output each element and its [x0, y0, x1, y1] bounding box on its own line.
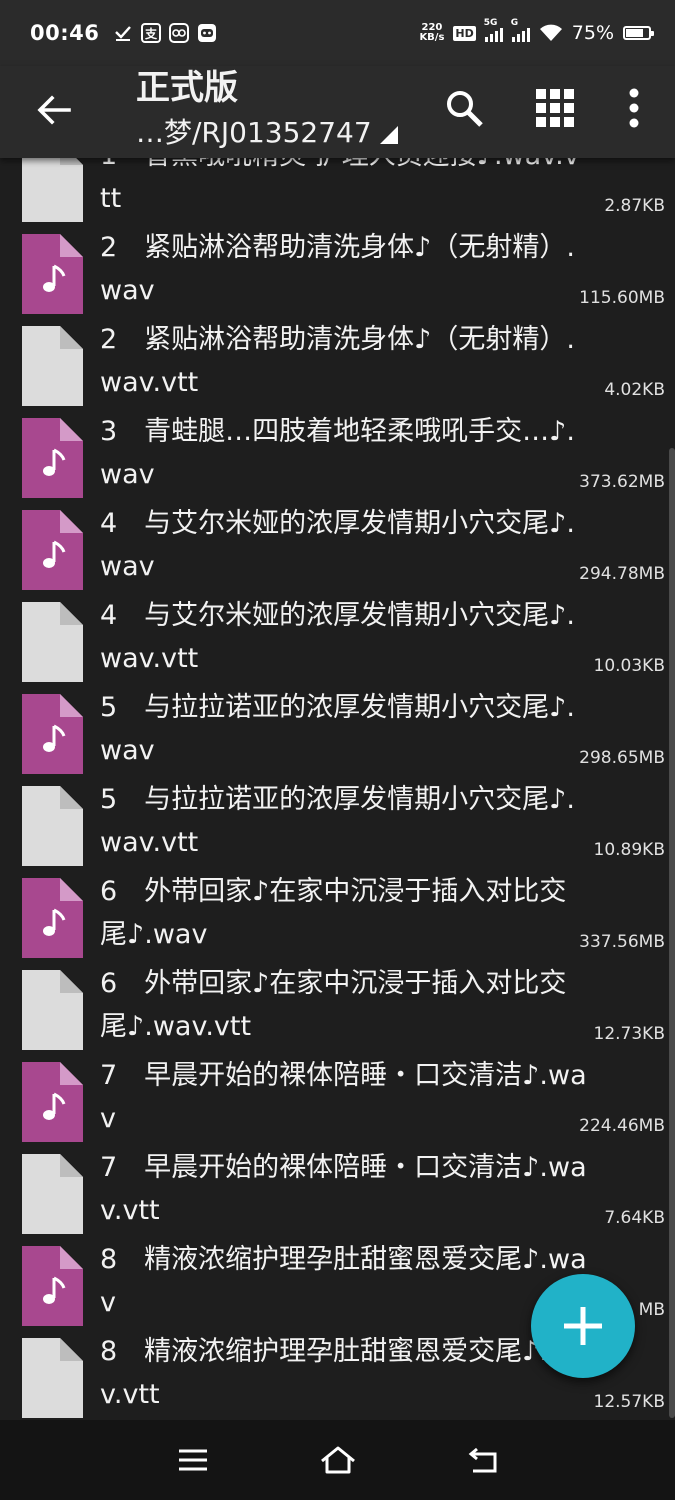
file-row[interactable]: 6 外带回家♪在家中沉浸于插入对比交尾♪.wav.vtt 12.73KB — [0, 966, 675, 1058]
hd-icon: HD — [453, 25, 476, 41]
file-row[interactable]: 7 早晨开始的裸体陪睡・口交清洁♪.wav.vtt 7.64KB — [0, 1150, 675, 1242]
add-button[interactable] — [531, 1274, 635, 1378]
file-size: 337.56MB — [579, 932, 665, 952]
search-icon — [447, 91, 483, 127]
app-notification-icon — [169, 23, 190, 43]
robot-app-icon — [197, 23, 217, 43]
document-file-icon — [22, 1338, 83, 1418]
file-name: 2 紧贴淋浴帮助清洗身体♪（无射精）.wav — [100, 232, 575, 306]
alipay-icon: 支 — [141, 23, 162, 43]
back-nav-button[interactable] — [453, 1430, 513, 1490]
audio-file-icon — [22, 1062, 83, 1142]
file-row[interactable]: 1 香熏哦吼精灵 护理人员迎接♪.wav.vtt 2.87KB — [0, 158, 675, 230]
audio-file-icon — [22, 1246, 83, 1326]
document-file-icon — [22, 1154, 83, 1234]
battery-percent: 75% — [571, 22, 614, 44]
wifi-icon — [539, 23, 563, 43]
file-name: 5 与拉拉诺亚的浓厚发情期小穴交尾♪.wav.vtt — [100, 784, 575, 858]
file-name: 7 早晨开始的裸体陪睡・口交清洁♪.wav.vtt — [100, 1152, 587, 1226]
file-name: 8 精液浓缩护理孕肚甜蜜恩爱交尾♪.wav.vtt — [100, 1336, 587, 1410]
grid-view-button[interactable] — [527, 80, 583, 136]
file-name: 7 早晨开始的裸体陪睡・口交清洁♪.wav — [100, 1060, 587, 1134]
file-name: 4 与艾尔米娅的浓厚发情期小穴交尾♪.wav — [100, 508, 575, 582]
battery-icon — [623, 26, 654, 40]
audio-file-icon — [22, 234, 83, 314]
file-row[interactable]: 2 紧贴淋浴帮助清洗身体♪（无射精）.wav.vtt 4.02KB — [0, 322, 675, 414]
file-size: 2.87KB — [604, 196, 665, 216]
document-file-icon — [22, 326, 83, 406]
file-size: 12.73KB — [593, 1024, 665, 1044]
menu-icon — [178, 1449, 207, 1471]
file-size: MB — [638, 1300, 665, 1320]
document-file-icon — [22, 970, 83, 1050]
home-button[interactable] — [308, 1430, 368, 1490]
file-row[interactable]: 5 与拉拉诺亚的浓厚发情期小穴交尾♪.wav.vtt 10.89KB — [0, 782, 675, 874]
file-size: 4.02KB — [604, 380, 665, 400]
status-time: 00:46 — [30, 21, 100, 45]
file-size: 224.46MB — [579, 1116, 665, 1136]
file-name: 4 与艾尔米娅的浓厚发情期小穴交尾♪.wav.vtt — [100, 600, 575, 674]
file-size: 298.65MB — [579, 748, 665, 768]
document-file-icon — [22, 602, 83, 682]
file-row[interactable]: 6 外带回家♪在家中沉浸于插入对比交尾♪.wav 337.56MB — [0, 874, 675, 966]
file-size: 115.60MB — [579, 288, 665, 308]
return-icon — [468, 1447, 496, 1473]
audio-file-icon — [22, 878, 83, 958]
audio-file-icon — [22, 694, 83, 774]
file-size: 12.57KB — [593, 1392, 665, 1412]
file-size: 10.89KB — [593, 840, 665, 860]
file-size: 10.03KB — [593, 656, 665, 676]
file-row[interactable]: 5 与拉拉诺亚的浓厚发情期小穴交尾♪.wav 298.65MB — [0, 690, 675, 782]
file-row[interactable]: 4 与艾尔米娅的浓厚发情期小穴交尾♪.wav 294.78MB — [0, 506, 675, 598]
back-button[interactable] — [28, 84, 80, 136]
home-icon — [320, 1446, 355, 1474]
path-dropdown[interactable]: …梦/RJ01352747 — [136, 114, 398, 152]
download-done-icon — [113, 23, 133, 43]
plus-icon — [564, 1307, 602, 1345]
file-name: 6 外带回家♪在家中沉浸于插入对比交尾♪.wav.vtt — [100, 968, 567, 1042]
page-title: 正式版 — [136, 68, 238, 108]
file-row[interactable]: 4 与艾尔米娅的浓厚发情期小穴交尾♪.wav.vtt 10.03KB — [0, 598, 675, 690]
navigation-bar — [0, 1420, 675, 1500]
audio-file-icon — [22, 418, 83, 498]
file-row[interactable]: 3 青蛙腿…四肢着地轻柔哦吼手交…♪.wav 373.62MB — [0, 414, 675, 506]
arrow-left-icon — [37, 95, 71, 125]
document-file-icon — [22, 158, 83, 222]
title-block: 正式版 …梦/RJ01352747 — [136, 68, 398, 152]
file-row[interactable]: 7 早晨开始的裸体陪睡・口交清洁♪.wav 224.46MB — [0, 1058, 675, 1150]
grid-icon — [536, 89, 574, 127]
more-vert-icon — [629, 88, 639, 128]
document-file-icon — [22, 786, 83, 866]
file-name: 6 外带回家♪在家中沉浸于插入对比交尾♪.wav — [100, 876, 567, 950]
signal-5g-icon: 5G — [484, 18, 503, 42]
dropdown-triangle-icon — [379, 126, 398, 144]
status-bar: 00:46 支 220 KB/s HD 5G G 75% — [0, 0, 675, 66]
file-size: 294.78MB — [579, 564, 665, 584]
net-speed: 220 KB/s — [419, 22, 445, 43]
file-row[interactable]: 2 紧贴淋浴帮助清洗身体♪（无射精）.wav 115.60MB — [0, 230, 675, 322]
battery-level-fill — [626, 29, 643, 37]
current-path: …梦/RJ01352747 — [136, 116, 372, 149]
file-size: 7.64KB — [604, 1208, 665, 1228]
signal-g-icon: G — [511, 18, 530, 42]
file-name: 3 青蛙腿…四肢着地轻柔哦吼手交…♪.wav — [100, 416, 575, 490]
file-size: 373.62MB — [579, 472, 665, 492]
file-name: 5 与拉拉诺亚的浓厚发情期小穴交尾♪.wav — [100, 692, 575, 766]
audio-file-icon — [22, 510, 83, 590]
recents-button[interactable] — [163, 1430, 223, 1490]
file-name: 2 紧贴淋浴帮助清洗身体♪（无射精）.wav.vtt — [100, 324, 575, 398]
file-list[interactable]: 1 香熏哦吼精灵 护理人员迎接♪.wav.vtt 2.87KB 2 紧贴淋浴帮助清洗… — [0, 158, 675, 1420]
more-options-button[interactable] — [606, 80, 662, 136]
search-button[interactable] — [436, 80, 492, 136]
svg-text:支: 支 — [144, 26, 158, 41]
file-name: 8 精液浓缩护理孕肚甜蜜恩爱交尾♪.wav — [100, 1244, 587, 1318]
app-bar: 正式版 …梦/RJ01352747 — [0, 66, 675, 158]
file-name: 1 香熏哦吼精灵 护理人员迎接♪.wav.vtt — [100, 158, 580, 214]
